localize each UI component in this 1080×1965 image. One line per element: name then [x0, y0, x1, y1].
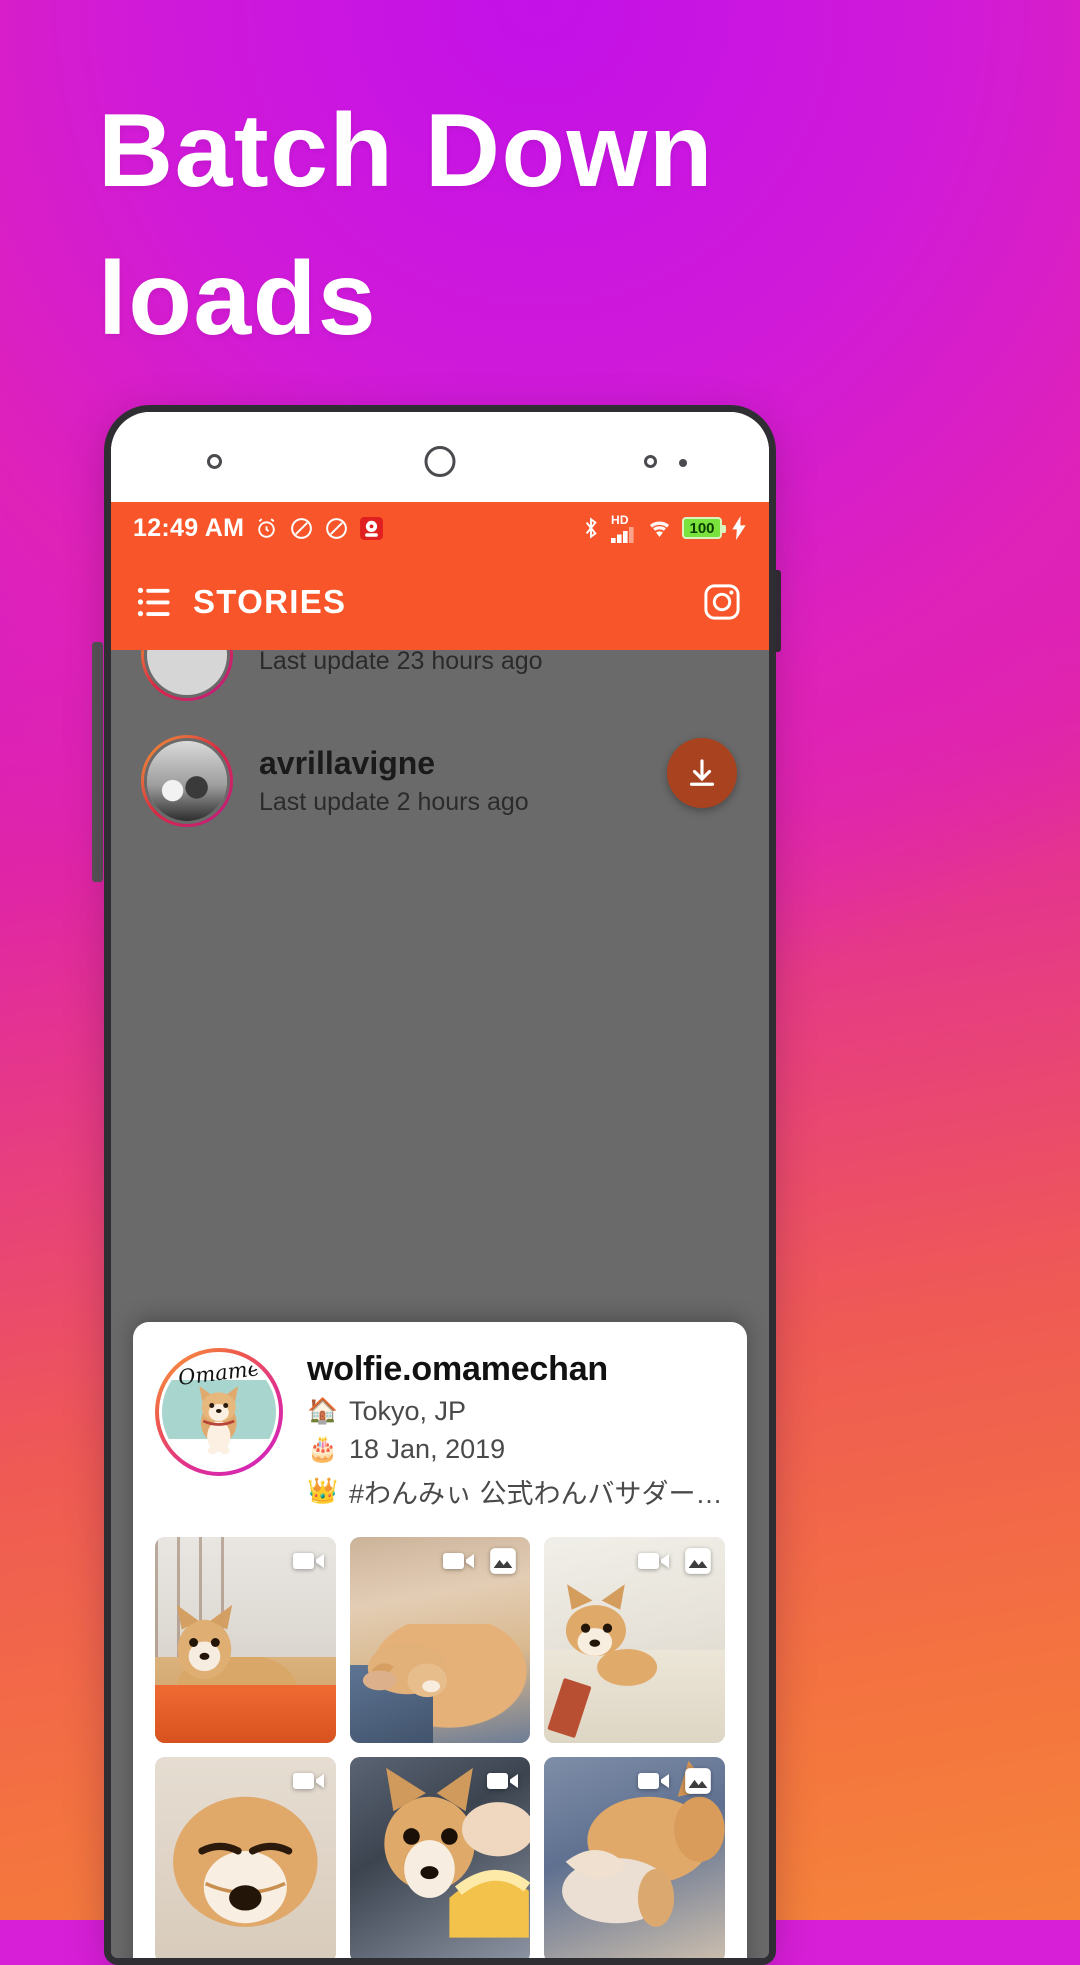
front-sensor-icon: [207, 454, 222, 469]
list-item[interactable]: Last update 23 hours ago: [111, 650, 769, 706]
bluetooth-icon: [580, 515, 602, 541]
thumbnail-badges: [290, 1545, 328, 1577]
alarm-clock-icon: [254, 516, 279, 541]
status-bar-left: 12:49 AM: [133, 514, 384, 543]
proximity-sensor-icon: [644, 455, 657, 468]
promo-headline: Batch Down loads: [98, 78, 998, 373]
dialog-username: wolfie.omamechan: [307, 1350, 608, 1388]
light-sensor-icon: [679, 459, 687, 467]
network-type-label: HD: [611, 512, 629, 527]
video-icon: [635, 1765, 673, 1797]
image-icon: [679, 1765, 717, 1797]
instagram-icon[interactable]: [701, 581, 743, 623]
profile-meta-location: 🏠 Tokyo, JP: [307, 1396, 725, 1427]
do-not-disturb-icon: [289, 516, 314, 541]
list-menu-icon[interactable]: [137, 586, 173, 618]
birthday-cake-emoji: 🎂: [307, 1435, 339, 1463]
avatar: [141, 650, 233, 701]
thumbnail-item[interactable]: [155, 1537, 336, 1744]
cellular-signal-icon: HD: [611, 514, 637, 543]
thumbnail-item[interactable]: [544, 1757, 725, 1958]
thumbnail-badges: [290, 1765, 328, 1797]
phone-top-bezel: [111, 412, 769, 502]
battery-level-label: 100: [689, 519, 715, 537]
promo-headline-line-2: loads: [98, 240, 378, 357]
app-toolbar: STORIES: [111, 554, 769, 650]
list-item-subtitle: Last update 2 hours ago: [259, 788, 529, 816]
battery-indicator: 100: [682, 517, 726, 539]
charging-bolt-icon: [731, 516, 747, 540]
profile-meta-bio: 👑 #わんみぃ 公式わんバサダー…: [307, 1472, 725, 1511]
house-emoji: 🏠: [307, 1397, 339, 1425]
avatar[interactable]: Omame: [155, 1348, 283, 1476]
profile-meta-birthday: 🎂 18 Jan, 2019: [307, 1434, 725, 1465]
do-not-disturb-icon: [324, 516, 349, 541]
app-notification-icon: [359, 516, 384, 541]
image-icon: [679, 1545, 717, 1577]
crown-emoji: 👑: [307, 1477, 339, 1505]
list-item-subtitle: Last update 23 hours ago: [259, 650, 543, 675]
phone-screen: 12:49 AM HD 100 STORIES Last update 23 h…: [111, 502, 769, 1958]
phone-mockup: 12:49 AM HD 100 STORIES Last update 23 h…: [104, 405, 776, 1965]
image-icon: [484, 1545, 522, 1577]
phone-volume-button: [92, 642, 103, 882]
wifi-icon: [646, 517, 673, 539]
thumbnail-badges: [635, 1765, 717, 1797]
status-bar-clock: 12:49 AM: [133, 513, 245, 542]
status-bar: 12:49 AM HD 100: [111, 502, 769, 554]
video-icon: [290, 1545, 328, 1577]
promo-headline-line-1: Batch Down: [98, 93, 714, 209]
list-item-username: avrillavigne: [259, 745, 436, 781]
stories-list-dimmed: Last update 23 hours ago avrillavigne La…: [111, 650, 769, 1958]
page-title: STORIES: [193, 583, 347, 620]
video-icon: [440, 1545, 478, 1577]
front-camera-icon: [424, 446, 456, 477]
video-icon: [484, 1765, 522, 1797]
thumbnail-badges: [440, 1545, 522, 1577]
thumbnail-item[interactable]: [349, 1757, 531, 1958]
thumbnail-badges: [635, 1545, 717, 1577]
thumbnail-item[interactable]: [349, 1537, 531, 1744]
thumbnail-item[interactable]: [155, 1757, 336, 1958]
media-thumbnail-grid: [155, 1537, 725, 1958]
video-icon: [290, 1765, 328, 1797]
profile-location-text: Tokyo, JP: [349, 1396, 467, 1426]
avatar: [141, 735, 233, 827]
status-bar-right: HD 100: [580, 514, 747, 543]
profile-bio-text: #わんみぃ 公式わんバサダー…: [349, 1479, 723, 1509]
profile-dialog: Omame wolfie.omamechan 🏠 Tokyo, JP 🎂 18 …: [133, 1322, 747, 1958]
dialog-profile-header: Omame wolfie.omamechan 🏠 Tokyo, JP 🎂 18 …: [155, 1348, 725, 1511]
thumbnail-item[interactable]: [544, 1537, 725, 1744]
download-icon[interactable]: [667, 738, 737, 808]
thumbnail-badges: [484, 1765, 522, 1797]
profile-birthday-text: 18 Jan, 2019: [349, 1434, 506, 1464]
video-icon: [635, 1545, 673, 1577]
